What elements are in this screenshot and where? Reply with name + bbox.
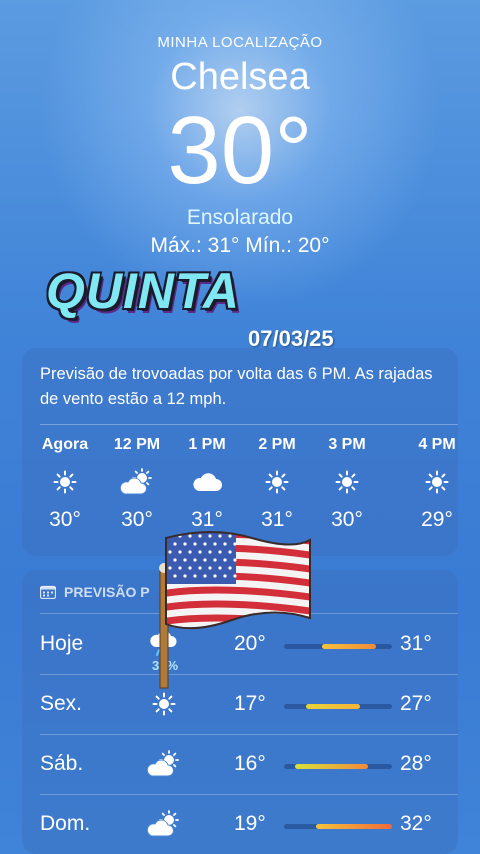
forecast-summary: Previsão de trovoadas por volta das 6 PM… (40, 365, 433, 408)
low-temperature: 17° (234, 692, 266, 715)
hour-label: Agora (41, 436, 89, 453)
daily-row[interactable]: Sáb. 16° 28° (22, 734, 458, 794)
location-label: MINHA LOCALIZAÇÃO (157, 34, 323, 51)
high-temperature: 28° (400, 752, 432, 775)
hourly-forecast-card[interactable]: Previsão de trovoadas por volta das 6 PM… (22, 348, 458, 556)
high-temperature: 27° (400, 692, 432, 715)
cloud-icon (172, 464, 242, 500)
current-temperature: 30° (167, 97, 313, 204)
hour-temperature: 30° (49, 508, 81, 531)
partly-cloudy-icon (146, 746, 182, 782)
partly-cloudy-icon (102, 464, 172, 500)
day-label: Hoje (40, 632, 84, 655)
temperature-range-bar (294, 764, 369, 769)
card-divider (40, 424, 458, 425)
day-label: Sex. (40, 692, 83, 715)
hourly-item: Agora 30° (30, 436, 100, 532)
hour-label: 12 PM (113, 436, 161, 453)
high-temperature: 32° (400, 812, 432, 835)
daily-forecast-header: PREVISÃO P (40, 584, 150, 600)
hour-temperature: 29° (421, 508, 453, 531)
hour-label: 2 PM (258, 436, 296, 453)
sun-icon (242, 464, 312, 500)
hourly-item: 4 PM 29° (402, 436, 472, 532)
sun-icon (402, 464, 472, 500)
sun-icon (30, 464, 100, 500)
high-low-temperatures: Máx.: 31° Mín.: 20° (150, 234, 330, 257)
hourly-item: 1 PM 31° (172, 436, 242, 532)
calendar-icon (40, 585, 56, 599)
day-sticker: QUINTA (46, 263, 240, 319)
hour-label: 4 PM (418, 436, 456, 453)
usa-flag-sticker (159, 531, 311, 689)
temperature-range-track (284, 764, 392, 769)
day-label: Sáb. (40, 752, 84, 775)
temperature-range-track (284, 824, 392, 829)
sun-icon (146, 686, 182, 722)
daily-row[interactable]: Dom. 19° 32° (22, 794, 458, 854)
partly-cloudy-icon (146, 806, 182, 842)
high-temperature: 31° (400, 632, 432, 655)
hour-label: 3 PM (328, 436, 366, 453)
daily-forecast-title: PREVISÃO P (64, 584, 150, 600)
low-temperature: 16° (234, 752, 266, 775)
day-label: Dom. (40, 812, 91, 835)
sun-icon (312, 464, 382, 500)
hourly-item: 2 PM 31° (242, 436, 312, 532)
hourly-item: 12 PM 30° (102, 436, 172, 532)
hour-temperature: 30° (331, 508, 363, 531)
temperature-range-track (284, 704, 392, 709)
temperature-range-bar (305, 704, 360, 709)
temperature-range-bar (321, 644, 376, 649)
low-temperature: 19° (234, 812, 266, 835)
hourly-item: 3 PM 30° (312, 436, 382, 532)
hour-label: 1 PM (188, 436, 226, 453)
city-name: Chelsea (170, 56, 310, 98)
weather-condition: Ensolarado (186, 206, 294, 229)
temperature-range-bar (316, 824, 392, 829)
